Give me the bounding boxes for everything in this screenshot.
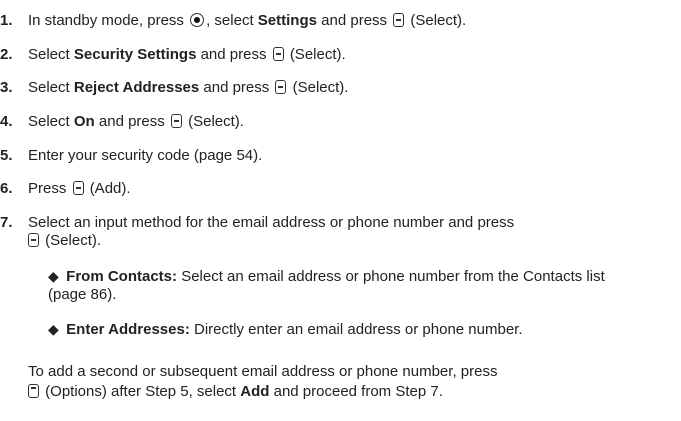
note-text: and proceed from Step 7. [273,383,443,400]
note-line-1: To add a second or subsequent email addr… [28,363,497,381]
step-text: (Select). [410,12,467,29]
step-text: (Select). [45,232,102,249]
step-7-continued: (Select). [28,232,101,250]
bullet-text: (page 86). [48,286,117,303]
bullet-from-contacts: ◆ From Contacts: Select an email address… [48,267,605,286]
bullet-label: Enter Addresses: [66,321,190,338]
step-number: 5. [0,147,13,164]
softkey-icon [272,47,284,61]
step-text: Select [28,113,70,130]
diamond-bullet-icon: ◆ [48,268,59,284]
menu-item-name: Add [240,383,270,400]
note-text: (Options) after Step 5, select [45,383,237,400]
step-text: Select [28,46,70,63]
step-text: and press [203,79,270,96]
step-number: 3. [0,79,13,96]
softkey-icon [170,114,182,128]
softkey-icon [275,80,287,94]
instruction-page: 1. In standby mode, press , select Setti… [0,0,681,421]
step-text: and press [321,12,388,29]
step-number: 7. [0,214,13,231]
step-number: 2. [0,46,13,63]
menu-item-name: Reject Addresses [73,79,200,96]
navigation-key-icon [190,13,205,27]
step-text: Select [28,79,70,96]
step-number: 6. [0,180,13,197]
step-text: Enter your security code (page 54). [28,147,263,164]
note-text: To add a second or subsequent email addr… [28,363,498,380]
bullet-text: Select an email address or phone number … [181,268,605,285]
step-text: (Select). [292,79,349,96]
softkey-icon [28,233,39,247]
step-number: 4. [0,113,13,130]
menu-item-name: Settings [257,12,317,29]
softkey-icon [72,181,84,195]
menu-item-name: On [73,113,95,130]
step-text: (Select). [289,46,346,63]
step-text: (Select). [188,113,244,130]
menu-item-name: Security Settings [73,46,197,63]
step-text: (Add). [89,180,131,197]
note-line-2: (Options) after Step 5, select Add and p… [28,383,443,401]
softkey-icon [28,384,39,398]
step-number: 1. [0,12,13,29]
step-text: and press [200,46,267,63]
step-text: , select [206,12,254,29]
diamond-bullet-icon: ◆ [48,321,59,337]
softkey-icon [393,13,405,27]
step-text: In standby mode, press [28,12,184,29]
step-text: and press [98,113,165,130]
bullet-enter-addresses: ◆ Enter Addresses: Directly enter an ema… [48,320,523,339]
step-text: Select an input method for the email add… [28,214,515,231]
step-text: Press [28,180,67,197]
bullet-text: Directly enter an email address or phone… [194,321,523,338]
bullet-label: From Contacts: [66,268,178,285]
bullet-from-contacts-continued: (page 86). [48,286,116,304]
